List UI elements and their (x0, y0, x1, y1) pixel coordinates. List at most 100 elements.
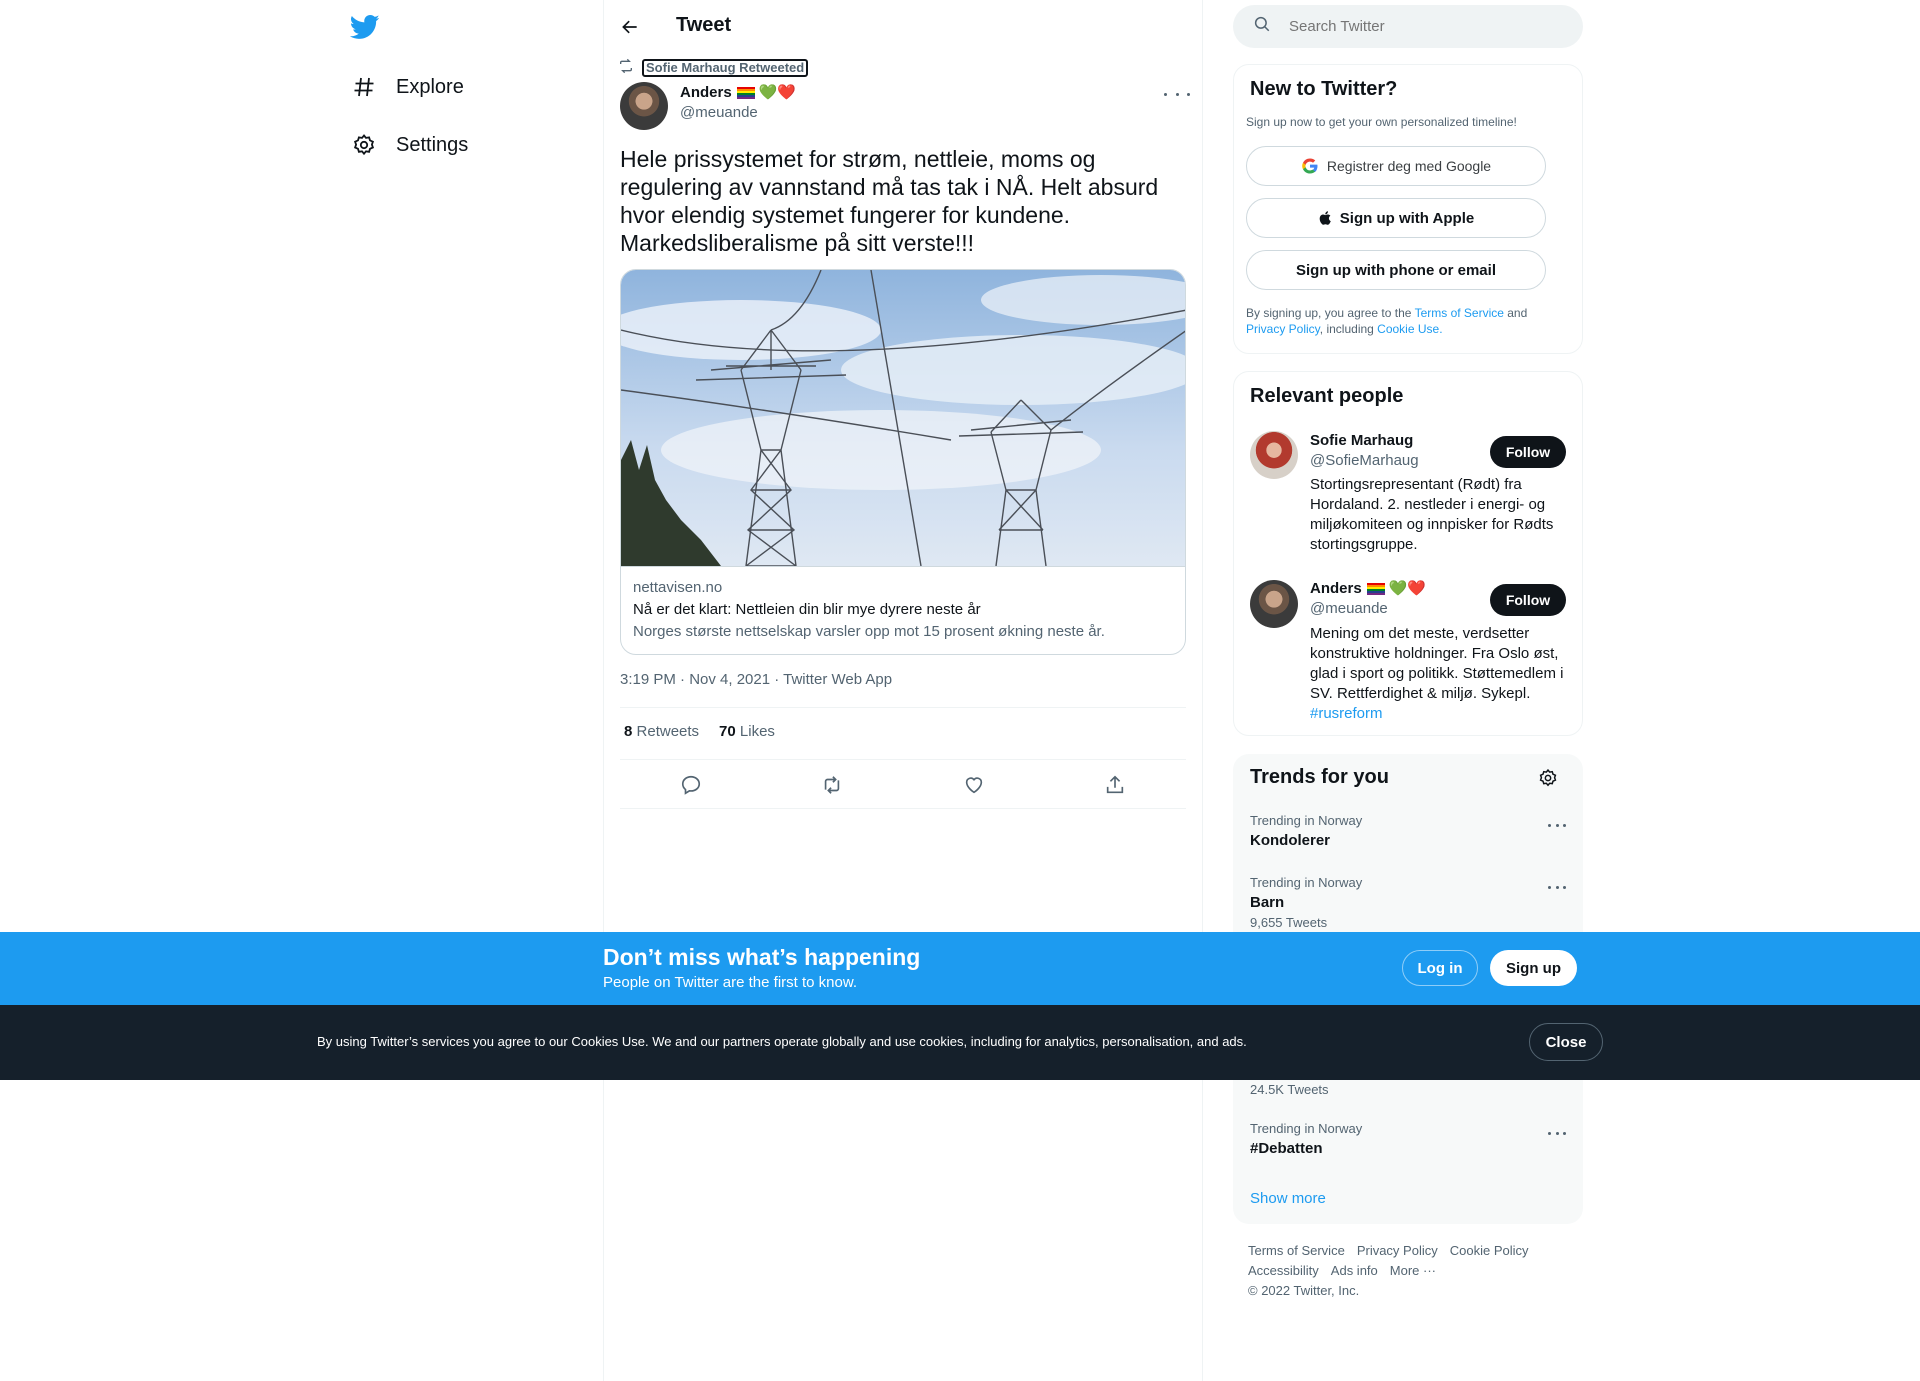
likes-label: Likes (739, 723, 775, 740)
signup-legal-text: By signing up, you agree to the Terms of… (1246, 305, 1566, 337)
search-icon (1253, 15, 1271, 38)
signup-banner (0, 932, 1920, 1005)
person-avatar-anders[interactable] (1250, 580, 1298, 628)
footer-terms-link[interactable]: Terms of Service (1248, 1243, 1345, 1258)
nav-label-explore: Explore (396, 75, 464, 98)
trends-title: Trends for you (1250, 766, 1389, 788)
person-name-sofie[interactable]: Sofie Marhaug (1310, 432, 1413, 449)
retweeted-by-link[interactable]: Sofie Marhaug Retweeted (642, 58, 809, 77)
trend-name: Kondolerer (1250, 832, 1331, 849)
terms-link[interactable]: Terms of Service (1415, 306, 1504, 320)
card-image-power-lines (621, 270, 1185, 566)
likes-stat[interactable]: 70 Likes (719, 723, 775, 740)
phone-email-signup-button[interactable]: Sign up with phone or email (1246, 250, 1546, 290)
back-arrow-button[interactable] (618, 12, 642, 42)
legal-prefix: By signing up, you agree to the (1246, 306, 1415, 320)
trend-name: #Debatten (1250, 1140, 1323, 1157)
apple-signup-label: Sign up with Apple (1339, 209, 1475, 227)
person-name-anders-text: Anders (1310, 580, 1362, 597)
tweet-actions (620, 770, 1186, 800)
relevant-people-title: Relevant people (1250, 385, 1404, 407)
card-domain: nettavisen.no (633, 579, 723, 596)
author-avatar[interactable] (620, 82, 668, 130)
apple-signup-button[interactable]: Sign up with Apple (1246, 198, 1546, 238)
retweets-count: 8 (624, 723, 633, 740)
trend-more-icon[interactable] (1548, 884, 1566, 890)
new-to-twitter-title: New to Twitter? (1250, 78, 1398, 100)
share-icon[interactable] (1102, 772, 1128, 798)
like-icon[interactable] (961, 772, 987, 798)
cookie-close-button[interactable]: Close (1529, 1023, 1603, 1061)
retweets-label: Retweets (636, 723, 700, 740)
card-text: nettavisen.no Nå er det klart: Nettleien… (621, 566, 1185, 654)
twitter-bird-icon[interactable] (349, 12, 380, 42)
trends-settings-gear-icon[interactable] (1538, 768, 1558, 788)
footer-privacy-link[interactable]: Privacy Policy (1357, 1243, 1438, 1258)
footer-accessibility-link[interactable]: Accessibility (1248, 1263, 1319, 1278)
footer-copyright: © 2022 Twitter, Inc. (1248, 1283, 1360, 1298)
retweeted-by-line: Sofie Marhaug Retweeted (618, 58, 809, 77)
trend-more-icon[interactable] (1548, 822, 1566, 828)
column-divider-left (603, 0, 604, 1381)
person-name-anders[interactable]: Anders 💚❤️ (1310, 580, 1426, 597)
trend-item[interactable]: Trending in Norway Barn 9,655 Tweets (1250, 875, 1362, 930)
nav-item-settings[interactable]: Settings (350, 125, 468, 165)
trend-context: Trending in Norway (1250, 1121, 1363, 1136)
signup-button[interactable]: Sign up (1490, 950, 1577, 986)
trend-item[interactable]: Trending in Norway Kondolerer (1250, 813, 1362, 849)
trend-more-icon[interactable] (1548, 1130, 1566, 1136)
author-hearts: 💚❤️ (758, 84, 797, 101)
person-bio-sofie: Stortingsrepresentant (Rødt) fra Hordala… (1310, 476, 1554, 553)
trend-item[interactable]: Trending in Norway #Debatten (1250, 1121, 1362, 1157)
card-description: Norges største nettselskap varsler opp m… (633, 623, 1105, 640)
show-more-link[interactable]: Show more (1250, 1190, 1326, 1207)
hashtag-link[interactable]: #rusreform (1310, 705, 1383, 722)
privacy-link[interactable]: Privacy Policy (1246, 322, 1320, 336)
cookie-text: By using Twitter’s services you agree to… (317, 1034, 1247, 1049)
author-handle[interactable]: @meuande (680, 104, 758, 121)
cookie-use-link[interactable]: Cookie Use. (1377, 322, 1442, 336)
retweets-stat[interactable]: 8 Retweets (624, 723, 699, 740)
divider (620, 808, 1186, 809)
new-to-twitter-subtitle: Sign up now to get your own personalized… (1246, 115, 1517, 129)
person-bio-anders-text: Mening om det meste, verdsetter konstruk… (1310, 625, 1564, 702)
person-handle-anders[interactable]: @meuande (1310, 600, 1388, 617)
follow-button-sofie[interactable]: Follow (1490, 436, 1566, 468)
search-box[interactable] (1233, 5, 1583, 48)
tweet-timestamp[interactable]: 3:19 PM · Nov 4, 2021 · Twitter Web App (620, 671, 892, 688)
tweet-stats: 8 Retweets 70 Likes (624, 723, 775, 740)
author-name[interactable]: Anders 💚❤️ (680, 84, 796, 101)
hashtag-icon (350, 73, 378, 101)
search-input[interactable] (1289, 18, 1549, 35)
page-title: Tweet (676, 14, 732, 36)
rainbow-flag-icon (1366, 582, 1385, 595)
trend-name: Barn (1250, 894, 1285, 911)
apple-icon (1318, 209, 1334, 227)
footer-more-link[interactable]: More ··· (1390, 1263, 1436, 1278)
google-signup-button[interactable]: Registrer deg med Google (1246, 146, 1546, 186)
footer-ads-link[interactable]: Ads info (1331, 1263, 1378, 1278)
login-button[interactable]: Log in (1402, 950, 1478, 986)
more-options-icon[interactable] (1164, 86, 1190, 102)
follow-button-anders[interactable]: Follow (1490, 584, 1566, 616)
nav-item-explore[interactable]: Explore (350, 67, 464, 107)
google-g-icon (1301, 157, 1319, 175)
banner-subtitle: People on Twitter are the first to know. (603, 974, 858, 991)
retweet-icon[interactable] (819, 772, 845, 798)
person-hearts: 💚❤️ (1388, 580, 1427, 597)
tweet-text: Hele prissystemet for strøm, nettleie, m… (620, 146, 1159, 256)
column-divider-right (1202, 0, 1203, 1381)
link-card[interactable]: nettavisen.no Nå er det klart: Nettleien… (620, 269, 1186, 655)
footer-cookie-link[interactable]: Cookie Policy (1450, 1243, 1529, 1258)
author-name-text: Anders (680, 84, 732, 101)
person-avatar-sofie[interactable] (1250, 431, 1298, 479)
trend-context: Trending in Norway (1250, 813, 1363, 828)
phone-signup-label: Sign up with phone or email (1295, 261, 1496, 279)
likes-count: 70 (719, 723, 736, 740)
divider (620, 707, 1186, 708)
person-bio-anders: Mening om det meste, verdsetter konstruk… (1310, 624, 1565, 724)
reply-icon[interactable] (678, 772, 704, 798)
legal-including: , including (1319, 322, 1378, 336)
person-handle-sofie[interactable]: @SofieMarhaug (1310, 452, 1419, 469)
footer-links-row1: Terms of Service Privacy Policy Cookie P… (1248, 1243, 1529, 1258)
